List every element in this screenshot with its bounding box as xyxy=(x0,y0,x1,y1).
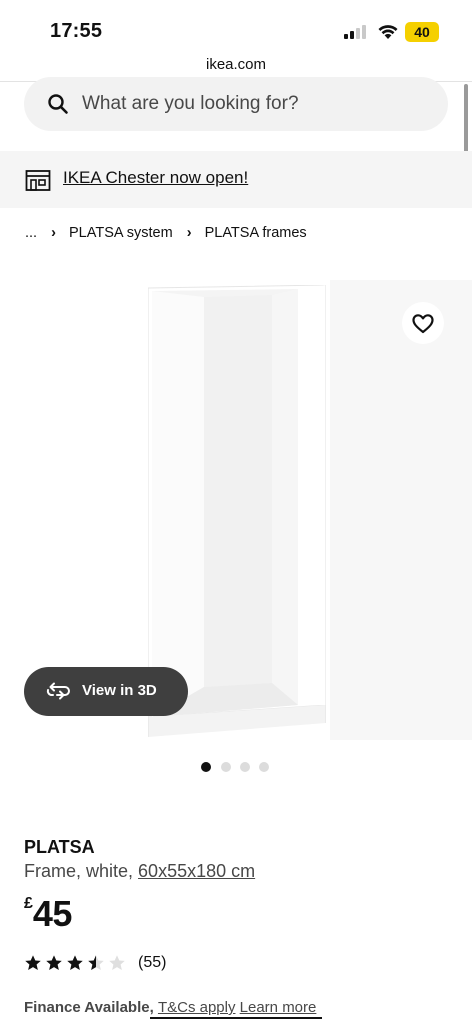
breadcrumb-item-platsa-system[interactable]: PLATSA system xyxy=(69,225,173,241)
finance-label: Finance Available, xyxy=(24,999,154,1016)
finance-learn-more-link[interactable]: Learn more xyxy=(240,999,317,1016)
search-box[interactable] xyxy=(24,77,448,131)
rotate-3d-icon xyxy=(46,682,70,700)
gallery-dot[interactable] xyxy=(240,762,250,772)
store-icon xyxy=(25,170,51,191)
search-input[interactable] xyxy=(82,77,422,131)
battery-icon: 40 xyxy=(405,22,439,42)
chevron-right-icon: › xyxy=(186,225,192,241)
breadcrumb-item-ellipsis[interactable]: ... xyxy=(25,225,37,241)
product-type: Frame, white, xyxy=(24,861,134,881)
wishlist-button[interactable] xyxy=(402,302,444,344)
gallery-background xyxy=(330,280,472,740)
price-amount: 45 xyxy=(32,893,73,934)
gallery-dot[interactable] xyxy=(201,762,211,772)
product-description: Frame, white, 60x55x180 cm xyxy=(24,861,255,882)
star-half-icon xyxy=(88,955,104,971)
view-in-3d-label: View in 3D xyxy=(82,682,157,699)
star-full-icon xyxy=(25,955,41,971)
gallery-pagination xyxy=(201,762,271,772)
price-currency: £ xyxy=(24,895,33,912)
breadcrumb-item-platsa-frames[interactable]: PLATSA frames xyxy=(205,225,307,241)
product-size-link[interactable]: 60x55x180 cm xyxy=(138,861,255,881)
gallery-dot[interactable] xyxy=(221,762,231,772)
signal-icon xyxy=(344,25,370,39)
wifi-icon xyxy=(378,25,398,39)
chevron-right-icon: › xyxy=(51,225,56,241)
status-bar: 17:55 40 xyxy=(0,0,472,56)
view-in-3d-button[interactable]: View in 3D xyxy=(24,667,188,716)
breadcrumb: ... › PLATSA system › PLATSA frames xyxy=(25,225,307,241)
review-count[interactable]: (55) xyxy=(138,954,166,972)
star-empty-icon xyxy=(109,955,125,971)
star-full-icon xyxy=(46,955,62,971)
heart-icon xyxy=(412,314,434,334)
home-indicator-area xyxy=(0,1016,472,1024)
product-name: PLATSA xyxy=(24,837,95,857)
home-indicator xyxy=(150,1017,322,1019)
finance-info: Finance Available, T&Cs apply Learn more xyxy=(24,999,316,1016)
store-banner-link[interactable]: IKEA Chester now open! xyxy=(63,168,248,188)
status-time: 17:55 xyxy=(50,20,103,42)
store-banner[interactable]: IKEA Chester now open! xyxy=(0,151,472,208)
product-price: £45 xyxy=(24,893,72,935)
search-icon xyxy=(48,94,68,114)
gallery-dot[interactable] xyxy=(259,762,269,772)
finance-terms-link[interactable]: T&Cs apply xyxy=(158,999,236,1016)
star-full-icon xyxy=(67,955,83,971)
